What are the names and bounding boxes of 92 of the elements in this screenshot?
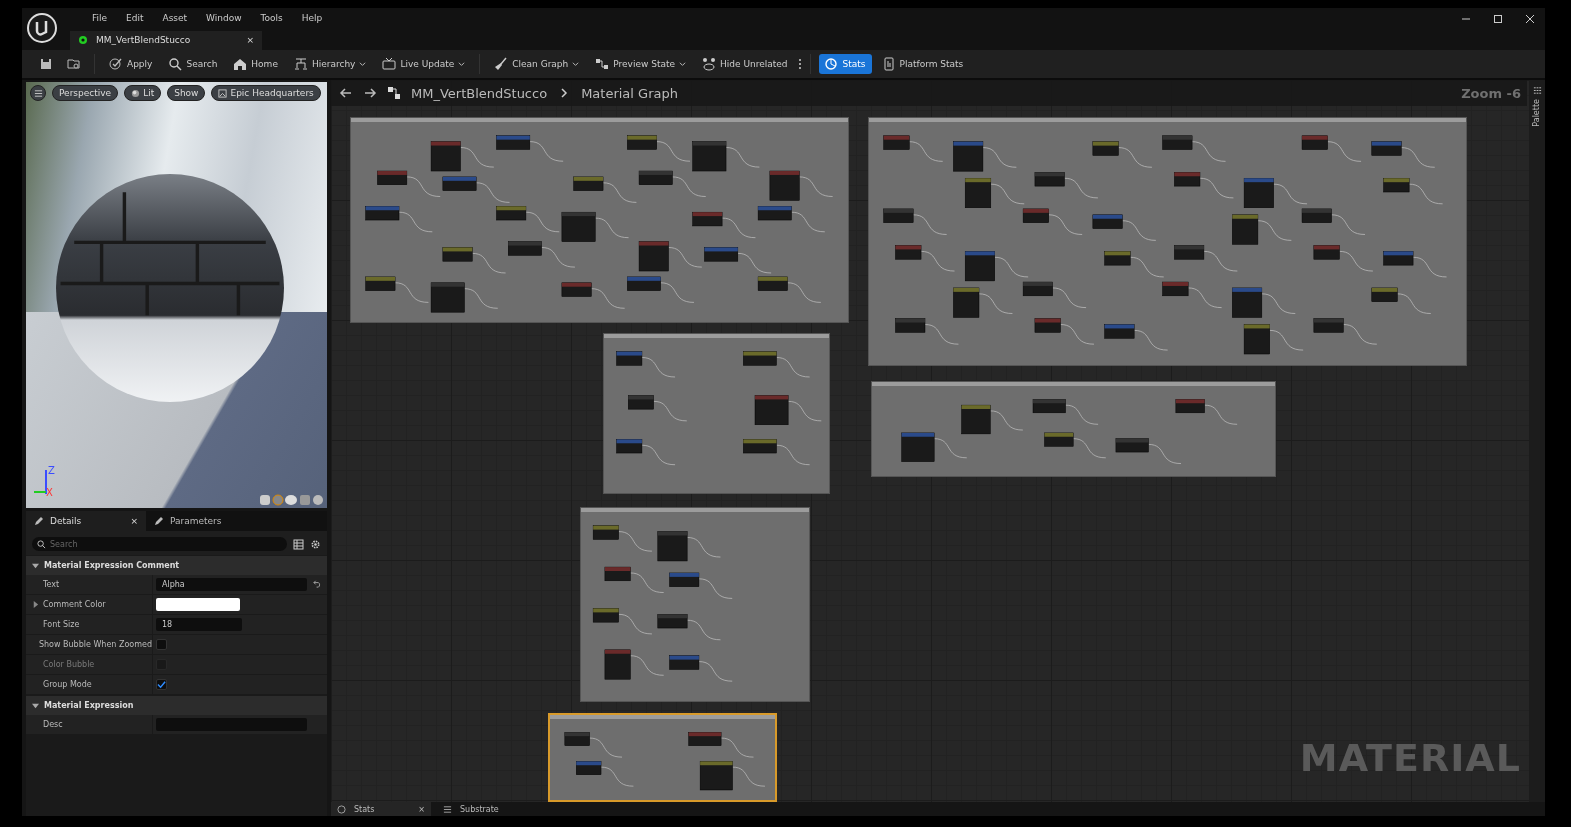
back-arrow-icon[interactable] [339,86,353,100]
close-button[interactable]: × [418,804,425,814]
checkmark-icon [157,680,166,689]
caret-icon [572,60,580,68]
property-label: Font Size [43,620,80,629]
toolbar-button[interactable]: Search [162,54,224,74]
node-graph-icon [595,57,610,71]
expand-arrow-icon[interactable] [32,601,39,608]
maximize-icon[interactable] [1493,14,1503,24]
toolbar-button[interactable]: Stats [818,54,872,74]
axis-label: X [46,487,53,498]
section-header[interactable]: Material Expression Comment [26,556,327,575]
section-title: Material Expression Comment [44,561,180,570]
viewport-button[interactable]: Show [167,85,206,101]
panel-tab[interactable]: Stats × [331,802,431,816]
phone-stats-icon [881,57,896,71]
toolbar-button[interactable]: Preview State [589,54,692,74]
toolbar-button[interactable]: Home [227,54,284,74]
property-label: Show Bubble When Zoomed [38,640,152,649]
caret-icon [359,60,367,68]
property-label: Color Bubble [43,660,95,669]
property-label: Group Mode [43,680,92,689]
caret-icon [458,60,466,68]
checkbox[interactable] [156,639,167,650]
graph-type-label: MATERIAL [1299,736,1521,780]
close-icon[interactable] [1525,14,1535,24]
property-label: Text [43,580,60,589]
toolbar-button[interactable]: Hierarchy [287,54,373,74]
viewport-button[interactable]: Perspective [52,85,119,101]
panel-tab[interactable]: Details × [26,511,146,531]
checkbox[interactable] [156,679,167,690]
broom-icon [494,57,509,71]
axis-label: Z [48,465,55,476]
menu-icon [33,88,43,98]
checkmark-icon [109,57,123,71]
menu-item[interactable]: Help [301,13,323,27]
forward-arrow-icon[interactable] [363,86,377,100]
toolbar-button[interactable]: Hide Unrelated [696,54,794,74]
color-swatch[interactable] [156,598,240,611]
stats-icon [824,57,839,71]
stats-icon [337,804,346,814]
toolbar-button[interactable]: Clean Graph [488,54,586,74]
search-icon [37,540,46,549]
menu-item[interactable]: Asset [162,13,188,27]
menu-item[interactable]: File [92,13,108,27]
tab-title: MM_VertBlendStucco [96,35,192,46]
tv-icon [382,57,397,71]
section-title: Material Expression [44,701,134,710]
breadcrumb-item[interactable]: MM_VertBlendStucco [411,85,548,101]
menu-item[interactable]: Tools [260,13,283,27]
menu-item[interactable]: Window [206,13,242,27]
folder-search-icon [67,57,81,71]
toolbar-button[interactable]: Platform Stats [875,54,970,74]
panel-tab[interactable]: Substrate [437,802,537,816]
palette-tab[interactable]: Palette [1529,80,1545,802]
caret-icon [679,60,686,68]
search-icon [168,57,183,71]
list-icon [443,804,452,814]
section-header[interactable]: Material Expression [26,696,327,715]
toolbar-button[interactable]: Live Update [376,54,472,74]
close-button[interactable]: × [130,516,138,526]
menu-item[interactable]: Edit [126,13,144,27]
list-icon [1532,86,1542,95]
viewport-button[interactable]: Lit [124,85,162,101]
text-field[interactable]: Alpha [156,578,307,591]
reset-arrow-icon[interactable] [313,579,322,588]
material-icon [78,35,88,46]
node-graph-icon [387,86,401,100]
engine-logo-icon [26,12,58,44]
search-field[interactable]: Search [32,537,287,551]
close-button[interactable]: × [246,35,254,46]
axis-gizmo-icon [34,470,47,494]
hierarchy-icon [293,57,308,71]
number-field[interactable]: 18 [156,618,242,631]
toolbar-button[interactable]: Apply [103,54,159,74]
more-icon[interactable] [797,57,802,71]
pencil-icon [34,516,44,526]
property-label: Desc [43,720,63,729]
image-icon [218,88,228,98]
zoom-level: Zoom -6 [1461,86,1521,101]
lit-sphere-icon [131,88,141,98]
eye-nodes-icon [702,57,716,71]
pencil-icon [154,516,164,526]
preview-shapes-icon[interactable] [259,494,325,506]
table-icon[interactable] [293,538,304,550]
property-label: Comment Color [43,600,106,609]
save-icon [39,57,53,71]
breadcrumb-item[interactable]: Material Graph [581,85,678,101]
home-icon [233,57,248,71]
viewport-button[interactable]: Epic Headquarters [211,85,321,101]
document-tab[interactable]: MM_VertBlendStucco × [70,30,262,50]
settings-icon[interactable] [310,538,321,550]
